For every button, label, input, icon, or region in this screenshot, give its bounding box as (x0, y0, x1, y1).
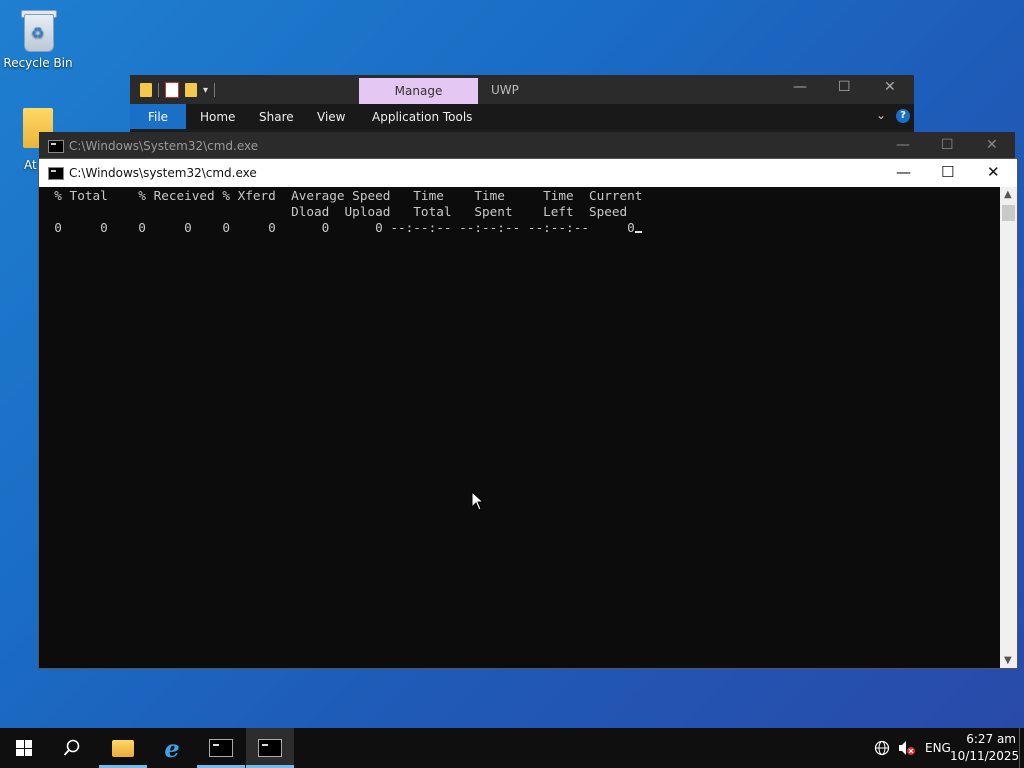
windows-logo-icon (16, 740, 32, 756)
taskbar-internet-explorer[interactable]: e (148, 728, 196, 768)
network-globe-icon[interactable] (874, 740, 890, 756)
clock-date: 10/11/2025 (950, 749, 1020, 763)
console-output[interactable]: % Total % Received % Xferd Average Speed… (39, 187, 1000, 668)
explorer-minimize-button[interactable]: — (793, 79, 807, 95)
explorer-maximize-button[interactable]: ☐ (838, 79, 851, 95)
cmd-maximize-button[interactable]: ☐ (941, 163, 954, 181)
taskbar-cmd-1[interactable] (197, 728, 245, 768)
ribbon-tab-view[interactable]: View (317, 110, 345, 124)
taskbar-cmd-2[interactable] (246, 728, 294, 768)
cmd-close-button[interactable]: ✕ (987, 163, 1000, 181)
properties-icon[interactable] (165, 82, 179, 98)
customize-toolbar-icon[interactable]: ▾ (203, 85, 208, 96)
cmd-icon (258, 739, 282, 757)
help-icon[interactable]: ? (896, 109, 910, 123)
console-scrollbar[interactable]: ▲ ▼ (1000, 187, 1017, 668)
console-line: % Total % Received % Xferd Average Speed… (39, 188, 643, 203)
cmd-window-back-title-bar[interactable]: C:\Windows\System32\cmd.exe — ☐ ✕ (39, 132, 1015, 160)
cmd-back-minimize-button[interactable]: — (896, 137, 910, 153)
quick-access-toolbar: ▾ (140, 82, 216, 98)
ribbon-manage-tab[interactable]: Manage (359, 78, 478, 104)
explorer-title-bar[interactable]: ▾ Manage UWP — ☐ ✕ (130, 75, 914, 104)
expand-ribbon-icon[interactable]: ⌄ (876, 108, 886, 122)
mouse-pointer-icon (471, 491, 485, 511)
search-button[interactable] (48, 728, 96, 768)
cmd-icon (209, 739, 233, 757)
search-icon (63, 739, 80, 756)
console-icon (48, 140, 64, 153)
cmd-minimize-button[interactable]: — (896, 163, 911, 181)
file-explorer-icon (112, 739, 134, 757)
cmd-title: C:\Windows\system32\cmd.exe (69, 166, 257, 180)
ribbon-tab-file[interactable]: File (130, 104, 186, 129)
new-folder-icon[interactable] (185, 83, 197, 97)
input-language-indicator[interactable]: ENG (925, 728, 951, 768)
console-icon (48, 167, 64, 180)
ribbon-tab-share[interactable]: Share (259, 110, 294, 124)
volume-muted-icon[interactable] (898, 740, 916, 756)
start-button[interactable] (0, 728, 48, 768)
file-explorer-window[interactable]: ▾ Manage UWP — ☐ ✕ File Home Share View … (130, 75, 914, 135)
scrollbar-thumb[interactable] (1002, 205, 1015, 221)
internet-explorer-icon: e (164, 733, 180, 763)
recycle-bin-desktop-icon[interactable]: ♻ Recycle Bin (0, 8, 76, 70)
taskbar: e ENG 6:27 am 10/11/2025 (0, 728, 1024, 768)
ribbon-tab-home[interactable]: Home (200, 110, 235, 124)
cmd-window[interactable]: C:\Windows\system32\cmd.exe — ☐ ✕ % Tota… (38, 158, 1018, 669)
cmd-back-title: C:\Windows\System32\cmd.exe (69, 139, 259, 153)
ribbon-tab-application-tools[interactable]: Application Tools (372, 110, 472, 124)
explorer-window-title: UWP (491, 83, 519, 97)
console-line-text: 0 0 0 0 0 0 0 0 --:--:-- --:--:-- --:--:… (39, 220, 635, 235)
cmd-back-close-button[interactable]: ✕ (986, 137, 998, 153)
cmd-back-maximize-button[interactable]: ☐ (941, 137, 954, 153)
console-line: Dload Upload Total Spent Left Speed (39, 204, 628, 219)
explorer-close-button[interactable]: ✕ (884, 79, 896, 95)
folder-small-icon[interactable] (140, 83, 152, 97)
cmd-title-bar[interactable]: C:\Windows\system32\cmd.exe — ☐ ✕ (39, 159, 1017, 187)
show-desktop-button[interactable] (1019, 728, 1020, 768)
console-line-progress: 0 0 0 0 0 0 0 0 --:--:-- --:--:-- --:--:… (39, 220, 642, 235)
text-cursor (634, 231, 642, 233)
taskbar-file-explorer[interactable] (99, 728, 147, 768)
recycle-bin-label: Recycle Bin (3, 56, 73, 70)
folder-desktop-label: At (24, 158, 37, 172)
scroll-down-arrow-icon[interactable]: ▼ (1004, 655, 1012, 666)
explorer-ribbon-tabs: File Home Share View Application Tools ⌄… (130, 104, 914, 129)
clock-time: 6:27 am (966, 732, 1016, 746)
scroll-up-arrow-icon[interactable]: ▲ (1004, 189, 1012, 200)
recycle-bin-icon: ♻ (19, 8, 57, 52)
system-clock[interactable]: 6:27 am 10/11/2025 (950, 731, 1020, 765)
